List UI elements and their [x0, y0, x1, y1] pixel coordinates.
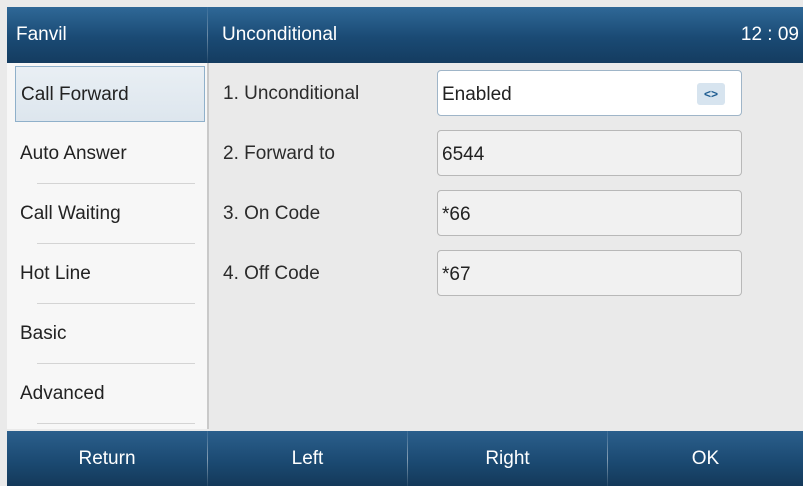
sidebar-item-label: Basic: [20, 323, 67, 344]
settings-panel: 1. Unconditional Enabled <> 2. Forward t…: [209, 63, 803, 429]
setting-row-unconditional: 1. Unconditional Enabled <>: [209, 70, 803, 120]
input-value: *66: [442, 204, 471, 225]
setting-label: 3. On Code: [223, 203, 321, 224]
brand-label: Fanvil: [16, 24, 67, 45]
divider: [37, 423, 195, 424]
sidebar-item-call-waiting[interactable]: Call Waiting: [15, 186, 205, 244]
sidebar: Call Forward Auto Answer Call Waiting Ho…: [7, 63, 209, 429]
divider: [37, 303, 195, 304]
right-button[interactable]: Right: [408, 431, 607, 486]
header-divider: [207, 7, 208, 63]
setting-row-on-code: 3. On Code *66: [209, 190, 803, 240]
sidebar-item-call-forward[interactable]: Call Forward: [15, 66, 205, 122]
sidebar-item-advanced[interactable]: Advanced: [15, 366, 205, 424]
setting-label: 4. Off Code: [223, 263, 320, 284]
unconditional-select[interactable]: Enabled <>: [437, 70, 742, 116]
left-button[interactable]: Left: [208, 431, 407, 486]
setting-row-forward-to: 2. Forward to 6544: [209, 130, 803, 180]
sidebar-item-hot-line[interactable]: Hot Line: [15, 246, 205, 304]
sidebar-item-basic[interactable]: Basic: [15, 306, 205, 364]
sidebar-item-auto-answer[interactable]: Auto Answer: [15, 126, 205, 184]
softkey-bar: Return Left Right OK: [7, 431, 803, 486]
setting-row-off-code: 4. Off Code *67: [209, 250, 803, 300]
sidebar-item-label: Call Forward: [21, 84, 129, 105]
setting-label: 2. Forward to: [223, 143, 335, 164]
phone-screen: Fanvil Unconditional 12 : 09 Call Forwar…: [0, 0, 803, 486]
forward-to-input[interactable]: 6544: [437, 130, 742, 176]
ok-button[interactable]: OK: [608, 431, 803, 486]
divider: [37, 243, 195, 244]
clock: 12 : 09: [740, 24, 799, 45]
status-bar: Fanvil Unconditional 12 : 09: [7, 7, 803, 63]
select-value: Enabled: [442, 84, 512, 105]
on-code-input[interactable]: *66: [437, 190, 742, 236]
sidebar-item-label: Advanced: [20, 383, 105, 404]
input-value: 6544: [442, 144, 485, 165]
sidebar-item-label: Hot Line: [20, 263, 91, 284]
input-value: *67: [442, 264, 471, 285]
left-right-arrows-icon[interactable]: <>: [697, 83, 725, 105]
setting-label: 1. Unconditional: [223, 83, 360, 104]
page-title: Unconditional: [222, 24, 338, 45]
divider: [37, 183, 195, 184]
divider: [37, 363, 195, 364]
return-button[interactable]: Return: [7, 431, 207, 486]
sidebar-item-label: Auto Answer: [20, 143, 127, 164]
sidebar-item-label: Call Waiting: [20, 203, 121, 224]
off-code-input[interactable]: *67: [437, 250, 742, 296]
